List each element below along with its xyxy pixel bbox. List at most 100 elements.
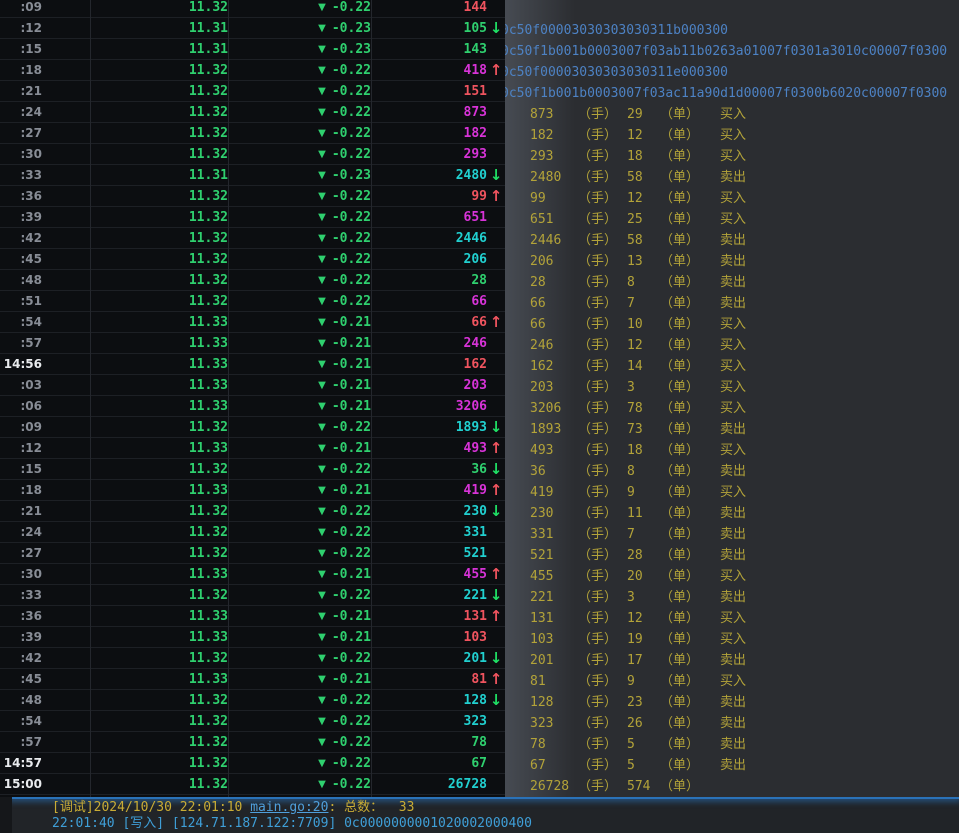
down-triangle-icon: ▼ — [318, 359, 326, 370]
trade-order-count: 3 — [627, 587, 660, 608]
tick-change: ▼-0.21 — [228, 315, 371, 330]
tick-change: ▼-0.22 — [228, 420, 371, 435]
tick-row[interactable]: 14:5611.33▼-0.21162 — [0, 354, 505, 375]
trade-order-count: 8 — [627, 272, 660, 293]
orders-label: （单） — [660, 146, 720, 167]
tick-row[interactable]: :1211.31▼-0.23105↓ — [0, 18, 505, 39]
column-divider — [228, 0, 229, 797]
tick-row[interactable]: :5411.33▼-0.2166↑ — [0, 312, 505, 333]
tick-time: :24 — [0, 525, 42, 539]
trade-summary-row: 873（手）29（单）买入 — [505, 104, 959, 125]
trade-direction: 买入 — [720, 146, 746, 167]
up-arrow-icon: ↑ — [487, 187, 505, 205]
tick-change: ▼-0.21 — [228, 378, 371, 393]
down-arrow-icon: ↓ — [487, 19, 505, 37]
tick-change-value: -0.21 — [332, 483, 371, 498]
tick-row[interactable]: :3611.32▼-0.2299↑ — [0, 186, 505, 207]
tick-row[interactable]: :5711.33▼-0.21246 — [0, 333, 505, 354]
trade-summary-row: 162（手）14（单）买入 — [505, 356, 959, 377]
tick-row[interactable]: :2711.32▼-0.22182 — [0, 123, 505, 144]
tick-row[interactable]: :3011.32▼-0.22293 — [0, 144, 505, 165]
orders-label: （单） — [660, 104, 720, 125]
tick-change: ▼-0.21 — [228, 483, 371, 498]
tick-row[interactable]: :5711.32▼-0.2278 — [0, 732, 505, 753]
tick-row[interactable]: :1511.32▼-0.2236↓ — [0, 459, 505, 480]
tick-row[interactable]: :0911.32▼-0.22144 — [0, 0, 505, 18]
tick-change: ▼-0.22 — [228, 273, 371, 288]
tick-change-value: -0.21 — [332, 672, 371, 687]
tick-row[interactable]: :3911.33▼-0.21103 — [0, 627, 505, 648]
tick-volume: 66 — [371, 294, 487, 309]
trade-direction: 买入 — [720, 608, 746, 629]
tick-row[interactable]: :5411.32▼-0.22323 — [0, 711, 505, 732]
trade-summary-row: 78（手）5（单）卖出 — [505, 734, 959, 755]
tick-row[interactable]: 15:0011.32▼-0.2226728 — [0, 774, 505, 795]
tick-row[interactable]: :2411.32▼-0.22331 — [0, 522, 505, 543]
tick-row[interactable]: :2711.32▼-0.22521 — [0, 543, 505, 564]
tick-row[interactable]: :0911.32▼-0.221893↓ — [0, 417, 505, 438]
tick-volume: 81 — [371, 672, 487, 687]
tick-row[interactable]: :2411.32▼-0.22873 — [0, 102, 505, 123]
tick-time: :42 — [0, 651, 42, 665]
down-triangle-icon: ▼ — [318, 317, 326, 328]
trade-summary-row: 1893（手）73（单）卖出 — [505, 419, 959, 440]
tick-time: 14:56 — [0, 357, 42, 371]
tick-change-value: -0.23 — [332, 42, 371, 57]
trade-order-count: 12 — [627, 188, 660, 209]
trade-summary-row: 103（手）19（单）买入 — [505, 629, 959, 650]
log-status-bar: [调试]2024/10/30 22:01:10 main.go:20: 总数： … — [0, 797, 959, 833]
tick-row[interactable]: 14:5711.32▼-0.2267 — [0, 753, 505, 774]
trade-direction: 卖出 — [720, 230, 746, 251]
tick-row[interactable]: :4511.33▼-0.2181↑ — [0, 669, 505, 690]
debug-log-line: [调试]2024/10/30 22:01:10 main.go:20: 总数： … — [52, 800, 414, 816]
trade-summary-row: 201（手）17（单）卖出 — [505, 650, 959, 671]
tick-price: 11.32 — [42, 693, 228, 708]
trade-order-count: 14 — [627, 356, 660, 377]
orders-label: （单） — [660, 440, 720, 461]
tick-row[interactable]: :4211.32▼-0.22201↓ — [0, 648, 505, 669]
trade-volume: 493 — [530, 440, 578, 461]
tick-change-value: -0.22 — [332, 504, 371, 519]
tick-row[interactable]: :3311.31▼-0.232480↓ — [0, 165, 505, 186]
tick-row[interactable]: :2111.32▼-0.22151 — [0, 81, 505, 102]
lots-label: （手） — [578, 104, 627, 125]
tick-change: ▼-0.22 — [228, 252, 371, 267]
tick-row[interactable]: :0311.33▼-0.21203 — [0, 375, 505, 396]
tick-price: 11.33 — [42, 336, 228, 351]
tick-row[interactable]: :2111.32▼-0.22230↓ — [0, 501, 505, 522]
tick-row[interactable]: :3011.33▼-0.21455↑ — [0, 564, 505, 585]
tick-row[interactable]: :3311.32▼-0.22221↓ — [0, 585, 505, 606]
trade-volume: 455 — [530, 566, 578, 587]
trade-direction: 卖出 — [720, 713, 746, 734]
tick-price: 11.32 — [42, 714, 228, 729]
tick-volume: 2446 — [371, 231, 487, 246]
tick-row[interactable]: :1811.33▼-0.21419↑ — [0, 480, 505, 501]
tick-row[interactable]: :0611.33▼-0.213206 — [0, 396, 505, 417]
down-triangle-icon: ▼ — [318, 695, 326, 706]
hex-dump-line: 0c50f1b001b0003007f03ac11a90d1d00007f030… — [505, 83, 959, 104]
orders-label: （单） — [660, 377, 720, 398]
tick-row[interactable]: :1211.33▼-0.21493↑ — [0, 438, 505, 459]
tick-row[interactable]: :4511.32▼-0.22206 — [0, 249, 505, 270]
orders-label: （单） — [660, 398, 720, 419]
tick-row[interactable]: :5111.32▼-0.2266 — [0, 291, 505, 312]
orders-label: （单） — [660, 776, 720, 797]
tick-row[interactable]: :1511.31▼-0.23143 — [0, 39, 505, 60]
tick-row[interactable]: :4811.32▼-0.22128↓ — [0, 690, 505, 711]
tick-row[interactable]: :1811.32▼-0.22418↑ — [0, 60, 505, 81]
tick-row[interactable]: :3611.33▼-0.21131↑ — [0, 606, 505, 627]
tick-row[interactable]: :4811.32▼-0.2228 — [0, 270, 505, 291]
trade-volume: 36 — [530, 461, 578, 482]
tick-row[interactable]: :4211.32▼-0.222446 — [0, 228, 505, 249]
tick-row[interactable]: :3911.32▼-0.22651 — [0, 207, 505, 228]
tick-change-value: -0.22 — [332, 126, 371, 141]
source-file-link[interactable]: main.go:20 — [250, 800, 328, 815]
trade-volume: 293 — [530, 146, 578, 167]
trade-summary-row: 206（手）13（单）卖出 — [505, 251, 959, 272]
down-triangle-icon: ▼ — [318, 2, 326, 13]
trade-order-count: 7 — [627, 524, 660, 545]
down-triangle-icon: ▼ — [318, 758, 326, 769]
down-triangle-icon: ▼ — [318, 548, 326, 559]
tick-time: :12 — [0, 21, 42, 35]
tick-volume: 293 — [371, 147, 487, 162]
